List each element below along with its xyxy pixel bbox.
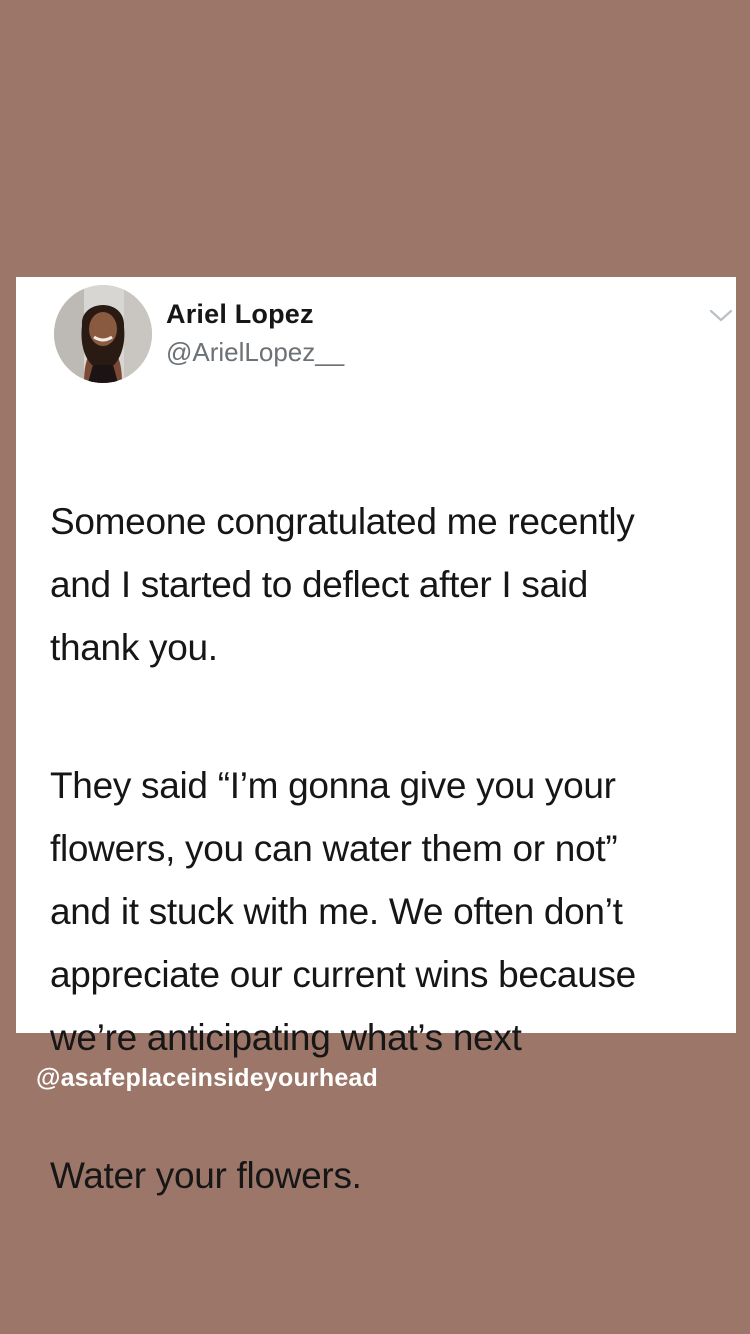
avatar-image [54,285,152,383]
tweet-paragraph: They said “I’m gonna give you your flowe… [50,765,636,1058]
credit-handle[interactable]: @asafeplaceinsideyourhead [36,1064,378,1093]
avatar[interactable] [54,285,152,383]
author-name[interactable]: Ariel Lopez [166,299,314,330]
tweet-paragraph: Water your flowers. [50,1155,362,1196]
tweet-text: Someone congratulated me recently and I … [50,427,734,1270]
author-handle[interactable]: @ArielLopez__ [166,337,344,368]
tweet-paragraph: Someone congratulated me recently and I … [50,501,635,668]
tweet-card: Ariel Lopez @ArielLopez__ Someone congra… [16,277,736,1196]
chevron-down-icon[interactable] [708,307,734,325]
